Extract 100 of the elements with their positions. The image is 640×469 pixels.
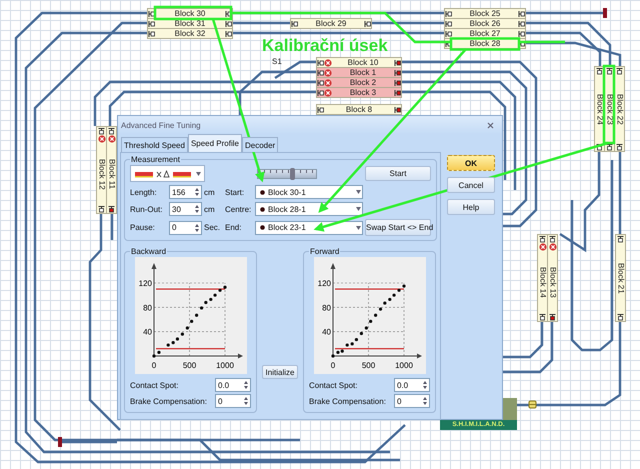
dot-icon xyxy=(260,190,265,194)
dot-icon xyxy=(260,206,265,212)
caret-icon xyxy=(356,190,361,194)
spin-arrows-icon[interactable] xyxy=(194,187,200,197)
track-block[interactable]: Block 14 xyxy=(537,234,548,322)
swap-button[interactable]: Swap Start <> End xyxy=(365,219,431,236)
unit-label: cm xyxy=(204,204,216,214)
track-block[interactable]: Block 13 xyxy=(547,234,558,322)
sensor-bars-icon xyxy=(134,168,192,180)
initialize-button[interactable]: Initialize xyxy=(262,365,298,379)
dropdown-field[interactable]: Block 23-1 xyxy=(255,220,363,234)
buffer-stop xyxy=(603,8,607,18)
dialog-button[interactable]: OK xyxy=(447,155,495,171)
tab[interactable]: Decoder xyxy=(242,137,278,152)
track-end-icon xyxy=(148,30,155,38)
track-block[interactable]: Block 21 xyxy=(615,234,626,322)
track-end-icon xyxy=(108,128,116,134)
dialog-button[interactable]: Cancel xyxy=(447,177,495,193)
tick-label: 80 xyxy=(322,303,330,312)
dropdown[interactable] xyxy=(130,165,205,182)
cylinder-icon xyxy=(528,400,537,409)
callout-title: Kalibrační úsek xyxy=(262,36,388,56)
group-title: Forward xyxy=(309,247,340,256)
spin-field[interactable]: 0.0 xyxy=(394,378,430,392)
spin-field[interactable]: 0.0 xyxy=(215,378,251,392)
track-block[interactable]: Block 1 xyxy=(316,67,402,78)
track-end-icon xyxy=(616,68,624,74)
data-point xyxy=(166,343,170,347)
track-end-icon xyxy=(445,30,452,38)
track-end-icon xyxy=(291,20,298,28)
highlight-frame xyxy=(450,37,520,51)
track-end-icon xyxy=(317,106,324,114)
unit-label: Sec. xyxy=(204,223,222,232)
track-end-icon xyxy=(317,88,324,96)
spin-arrows-icon[interactable] xyxy=(194,204,200,214)
track-block[interactable]: Block 25 xyxy=(444,8,526,19)
track-end-icon xyxy=(148,10,155,18)
track-block[interactable]: Block 2 xyxy=(316,77,402,88)
track-block[interactable]: Block 26 xyxy=(444,18,526,29)
field-label: Brake Compensation: xyxy=(309,396,386,406)
track-block[interactable]: Block 27 xyxy=(444,28,526,39)
data-point xyxy=(382,301,386,305)
spin-arrows-icon[interactable] xyxy=(194,222,200,232)
spin-field[interactable]: 156 xyxy=(169,185,202,199)
spin-arrows-icon[interactable] xyxy=(243,380,249,390)
track-block[interactable]: Block 10 xyxy=(316,57,402,68)
data-point xyxy=(185,326,188,330)
field-label: Pause: xyxy=(130,223,156,232)
window-title: Advanced Fine Tuning xyxy=(121,120,201,130)
spin-arrows-icon[interactable] xyxy=(422,396,428,406)
spin-field[interactable]: 0 xyxy=(394,394,430,408)
close-icon[interactable] xyxy=(487,122,494,128)
dropdown-field[interactable]: Block 30-1 xyxy=(255,185,363,199)
data-point xyxy=(378,308,382,311)
tick-label: 120 xyxy=(317,279,330,288)
unit-label: cm xyxy=(204,188,216,196)
dot-icon xyxy=(260,225,265,230)
station-label: S1 xyxy=(272,57,282,66)
data-point xyxy=(364,326,368,330)
track-block[interactable]: Block 32 xyxy=(147,28,233,39)
track-block[interactable]: Block 12 xyxy=(96,126,107,214)
data-point xyxy=(374,314,377,317)
slider[interactable] xyxy=(257,168,317,178)
caret-icon xyxy=(196,172,201,176)
spin-arrows-icon[interactable] xyxy=(422,380,428,390)
track-block[interactable]: Block 29 xyxy=(290,18,372,29)
field-label: Contact Spot: xyxy=(309,380,358,390)
field-label: Contact Spot: xyxy=(130,380,178,390)
track-block[interactable]: Block 8 xyxy=(316,104,402,115)
field-label: Start: xyxy=(225,188,246,196)
dialog-button[interactable]: Help xyxy=(447,199,495,215)
track-block[interactable]: Block 3 xyxy=(316,87,402,98)
data-point xyxy=(368,320,372,323)
tick-label: 0 xyxy=(330,361,335,370)
field-label: End: xyxy=(225,223,242,232)
dropdown-field[interactable]: Block 28-1 xyxy=(255,202,363,216)
reference-line xyxy=(334,348,404,350)
spin-field[interactable]: 0 xyxy=(169,220,202,234)
spin-arrows-icon[interactable] xyxy=(243,396,249,406)
field-label: Brake Compensation: xyxy=(130,396,207,406)
data-point xyxy=(359,332,362,336)
tick-label: 500 xyxy=(182,361,196,370)
tab[interactable]: Threshold Speed xyxy=(121,137,188,152)
track-end-icon xyxy=(616,236,624,242)
start-button[interactable]: Start xyxy=(365,166,431,181)
spin-field[interactable]: 0 xyxy=(215,394,251,408)
tick-label: 0 xyxy=(151,361,156,370)
track-end-icon xyxy=(445,20,452,28)
data-point xyxy=(204,300,207,304)
connector-line xyxy=(519,40,565,44)
track-end-icon xyxy=(317,58,324,66)
track-end-icon xyxy=(317,78,324,86)
spin-field[interactable]: 30 xyxy=(169,202,202,216)
track-block[interactable]: Block 11 xyxy=(106,126,117,214)
tick-label: 120 xyxy=(138,279,152,288)
slider-thumb[interactable] xyxy=(290,168,295,180)
tab[interactable]: Speed Profile xyxy=(188,134,242,152)
track-end-icon xyxy=(148,20,155,28)
reference-line xyxy=(156,348,224,350)
track-end-icon xyxy=(606,68,614,74)
